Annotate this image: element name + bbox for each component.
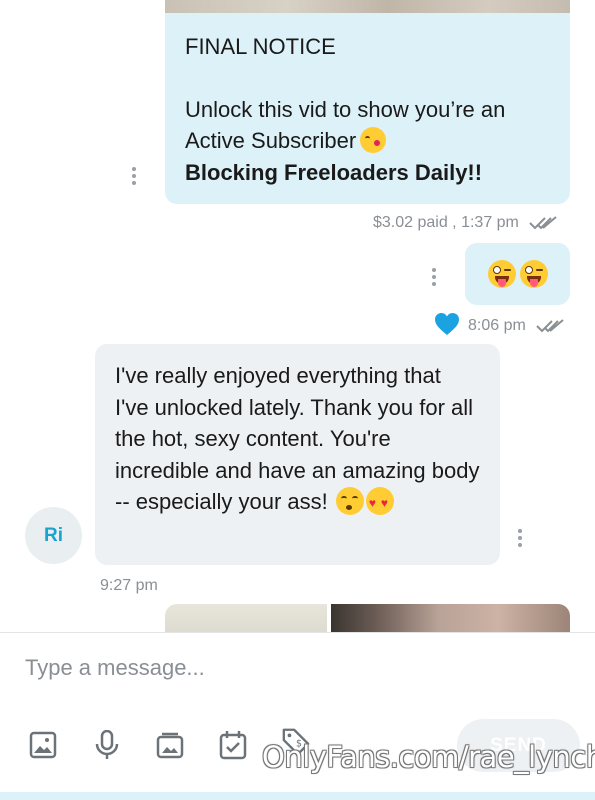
drooling-face-emoji-icon (335, 487, 364, 515)
liked-heart-icon[interactable] (434, 312, 460, 336)
incoming-message-text: I've really enjoyed everything that I've… (115, 363, 480, 514)
paid-timestamp: $3.02 paid , 1:37 pm (373, 214, 519, 231)
chat-thread[interactable]: FINAL NOTICE Unlock this vid to show you… (0, 0, 595, 632)
incoming-message-bubble[interactable]: I've really enjoyed everything that I've… (95, 344, 500, 565)
emoji-timestamp: 8:06 pm (468, 317, 526, 334)
message-line-unlock: Unlock this vid to show you’re an Active… (185, 96, 506, 154)
avatar-initials: Ri (44, 524, 63, 546)
winking-tongue-emoji-icon (519, 260, 548, 288)
avatar[interactable]: Ri (25, 507, 82, 564)
message-options-icon[interactable] (518, 529, 522, 547)
message-line-final-notice: FINAL NOTICE (185, 34, 336, 59)
kiss-emoji-icon (360, 127, 387, 153)
watermark-text: OnlyFans.com/rae_lynch (262, 740, 595, 774)
message-meta-emoji: 8:06 pm (468, 317, 564, 335)
bottom-strip (0, 792, 595, 800)
message-options-icon[interactable] (132, 167, 136, 185)
winking-tongue-emoji-icon (487, 260, 516, 288)
image-icon[interactable] (28, 729, 58, 761)
heart-eyes-emoji-icon (365, 487, 394, 520)
microphone-icon[interactable] (92, 729, 122, 761)
message-composer: $ SEND OnlyFans.com/rae_lynch (0, 632, 595, 800)
media-preview-top[interactable] (165, 0, 570, 13)
media-preview-bottom[interactable] (165, 604, 570, 632)
message-line-blocking: Blocking Freeloaders Daily!! (185, 159, 483, 185)
outgoing-emoji-bubble[interactable] (465, 243, 570, 305)
schedule-icon[interactable] (218, 729, 248, 761)
message-meta-paid: $3.02 paid , 1:37 pm (373, 214, 557, 232)
outgoing-message-bubble[interactable]: FINAL NOTICE Unlock this vid to show you… (165, 13, 570, 204)
double-check-icon (536, 319, 564, 333)
media-vault-icon[interactable] (155, 729, 185, 761)
message-options-icon[interactable] (432, 268, 436, 286)
message-input[interactable] (25, 651, 565, 685)
incoming-timestamp: 9:27 pm (100, 577, 158, 594)
double-check-icon (529, 216, 557, 230)
